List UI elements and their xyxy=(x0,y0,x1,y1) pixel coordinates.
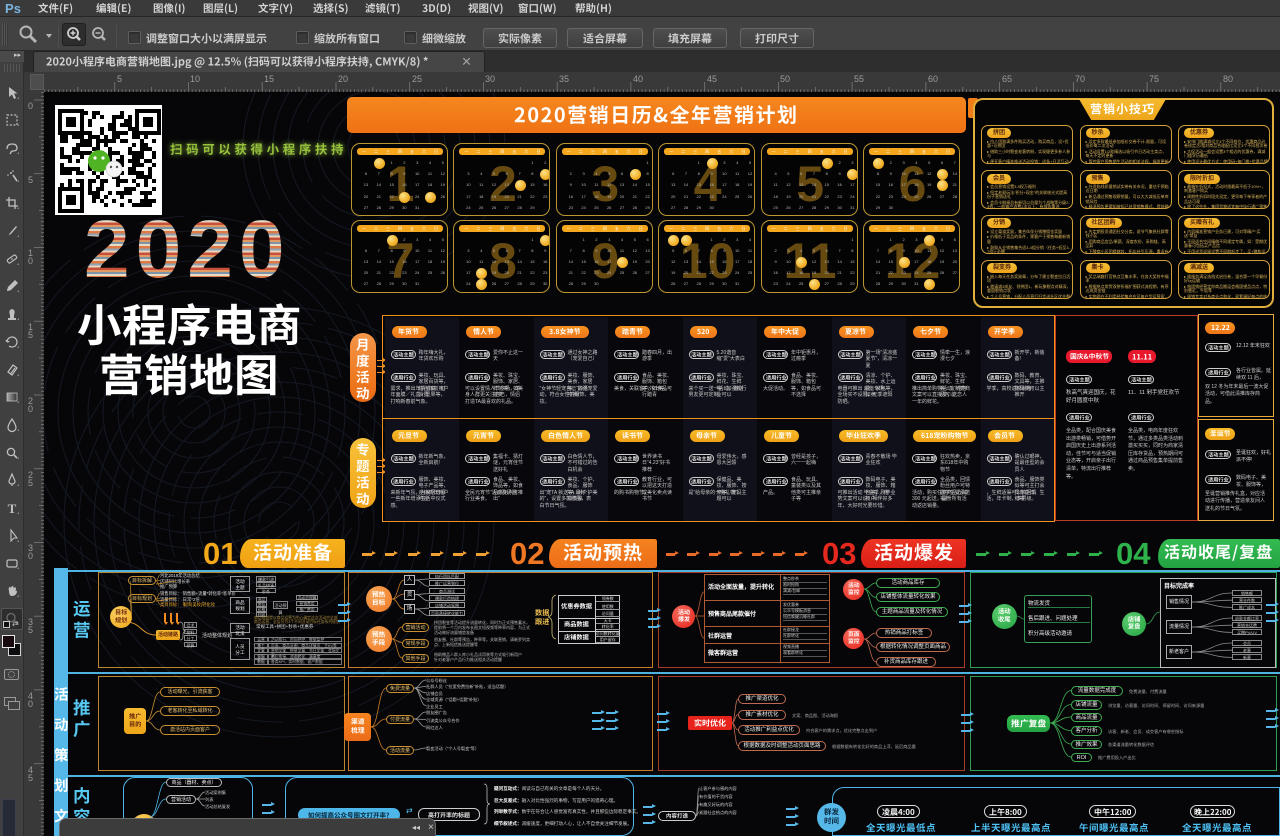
svg-text:T: T xyxy=(8,501,17,516)
